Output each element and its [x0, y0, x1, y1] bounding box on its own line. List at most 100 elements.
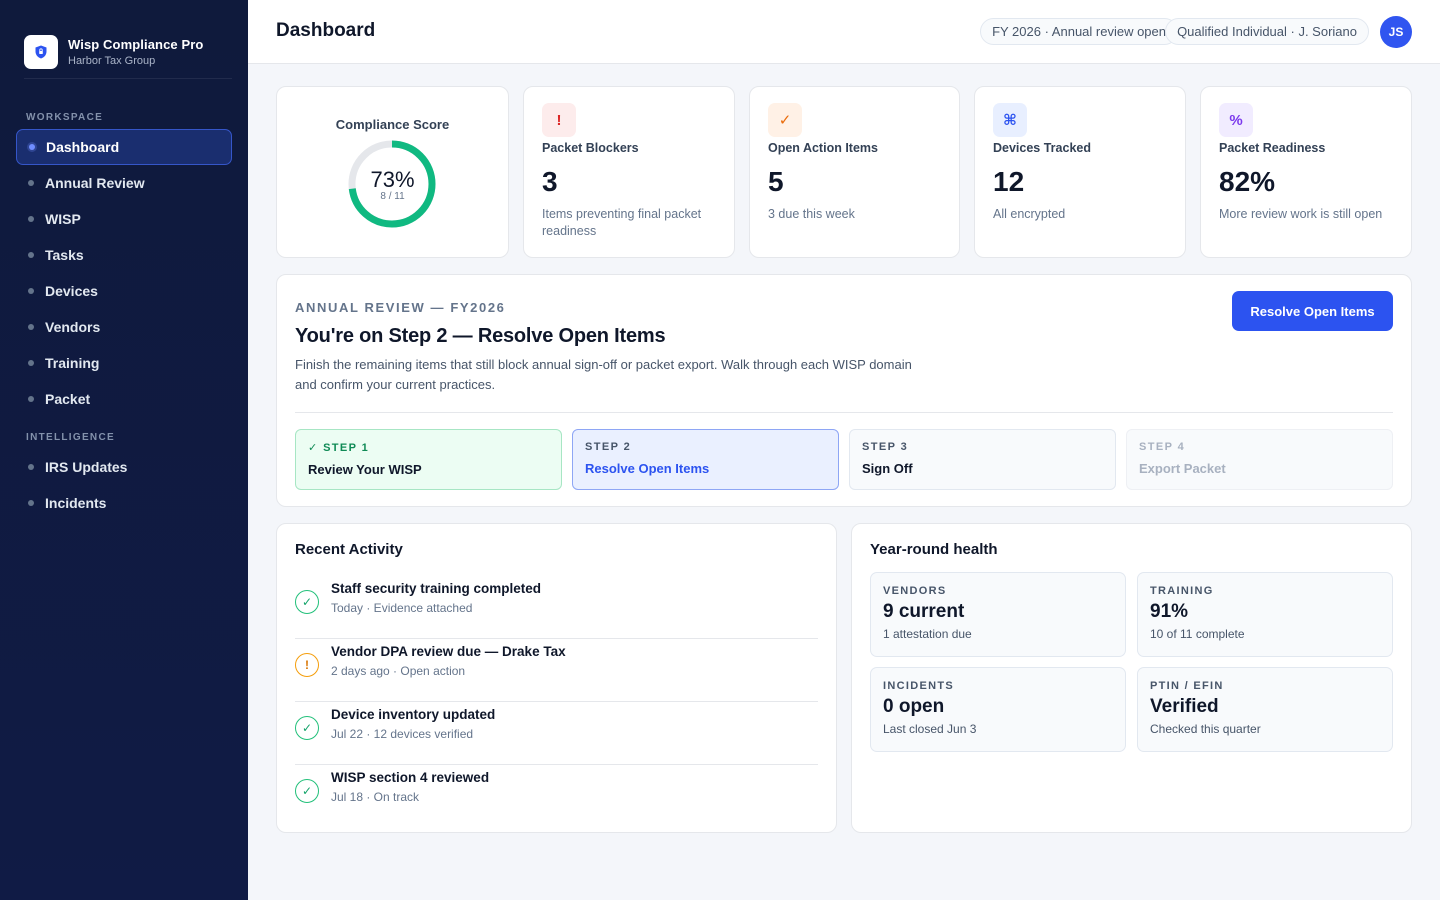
- step-review-your-wisp[interactable]: ✓ STEP 1 Review Your WISP: [295, 429, 562, 490]
- sidebar-item-devices[interactable]: Devices: [16, 273, 232, 309]
- tile-label: INCIDENTS: [883, 680, 954, 692]
- check-icon: ✓: [768, 103, 802, 137]
- step-label: STEP 3: [862, 441, 909, 453]
- qualified-individual-pill[interactable]: Qualified Individual · J. Soriano: [1165, 18, 1369, 45]
- annual-review-card: ANNUAL REVIEW — FY2026 You're on Step 2 …: [276, 274, 1412, 507]
- activity-item[interactable]: ! Vendor DPA review due — Drake Tax 2 da…: [295, 639, 818, 702]
- sidebar-item-training[interactable]: Training: [16, 345, 232, 381]
- stat-card-devices-tracked[interactable]: ⌘ Devices Tracked 12 All encrypted: [974, 86, 1186, 258]
- step-name: Sign Off: [862, 461, 913, 476]
- sidebar-item-label: Packet: [45, 391, 91, 407]
- stat-card-packet-readiness[interactable]: % Packet Readiness 82% More review work …: [1200, 86, 1412, 258]
- step-export-packet: STEP 4 Export Packet: [1126, 429, 1393, 490]
- user-avatar[interactable]: JS: [1380, 16, 1412, 48]
- step-label: STEP 2: [585, 441, 632, 453]
- step-label: STEP 4: [1139, 441, 1186, 453]
- stat-label: Devices Tracked: [993, 141, 1091, 155]
- year-round-health-panel: Year-round health VENDORS 9 current 1 at…: [851, 523, 1412, 833]
- compliance-score-title: Compliance Score: [335, 117, 450, 132]
- health-tile-incidents[interactable]: INCIDENTS 0 open Last closed Jun 3: [870, 667, 1126, 752]
- alert-icon: !: [542, 103, 576, 137]
- step-resolve-open-items[interactable]: STEP 2 Resolve Open Items: [572, 429, 839, 490]
- sidebar-item-annual-review[interactable]: Annual Review: [16, 165, 232, 201]
- activity-title: Device inventory updated: [331, 707, 496, 722]
- nav-section-intelligence: INTELLIGENCE: [26, 432, 115, 443]
- sidebar-item-tasks[interactable]: Tasks: [16, 237, 232, 273]
- activity-item[interactable]: ✓ Device inventory updated Jul 22 · 12 d…: [295, 702, 818, 765]
- activity-meta: Jul 22 · 12 devices verified: [331, 727, 474, 741]
- stat-card-open-action-items[interactable]: ✓ Open Action Items 5 3 due this week: [749, 86, 960, 258]
- brand: Wisp Compliance Pro Harbor Tax Group: [0, 0, 248, 78]
- tile-value: 0 open: [883, 696, 945, 717]
- bullet-icon: [28, 464, 34, 470]
- stat-value: 5: [768, 166, 784, 197]
- stat-note: 3 due this week: [768, 207, 855, 221]
- compliance-score-percent: 73%: [370, 167, 415, 192]
- stat-card-packet-blockers[interactable]: ! Packet Blockers 3 Items preventing fin…: [523, 86, 735, 258]
- sidebar-item-label: IRS Updates: [45, 459, 128, 475]
- brand-divider: [24, 78, 232, 79]
- recent-activity-title: Recent Activity: [295, 541, 403, 558]
- percent-icon: %: [1219, 103, 1253, 137]
- sidebar-item-label: Annual Review: [45, 175, 145, 191]
- shield-logo-icon: [24, 35, 58, 69]
- sidebar-item-packet[interactable]: Packet: [16, 381, 232, 417]
- annual-review-description: Finish the remaining items that still bl…: [295, 357, 912, 392]
- check-circle-icon: ✓: [295, 779, 319, 803]
- health-tile-training[interactable]: TRAINING 91% 10 of 11 complete: [1137, 572, 1393, 657]
- health-tile-ptin-efin[interactable]: PTIN / EFIN Verified Checked this quarte…: [1137, 667, 1393, 752]
- sidebar-item-wisp[interactable]: WISP: [16, 201, 232, 237]
- tile-label: TRAINING: [1150, 585, 1214, 597]
- page-title: Dashboard: [276, 20, 376, 41]
- check-circle-icon: ✓: [295, 590, 319, 614]
- sidebar-item-dashboard[interactable]: Dashboard: [16, 129, 232, 165]
- check-circle-icon: ✓: [295, 716, 319, 740]
- sidebar-item-vendors[interactable]: Vendors: [16, 309, 232, 345]
- top-header: Dashboard FY 2026 · Annual review open Q…: [248, 0, 1440, 64]
- health-tile-vendors[interactable]: VENDORS 9 current 1 attestation due: [870, 572, 1126, 657]
- tile-value: 9 current: [883, 601, 965, 622]
- step-sign-off[interactable]: STEP 3 Sign Off: [849, 429, 1116, 490]
- bullet-icon: [28, 288, 34, 294]
- divider: [295, 412, 1393, 413]
- compliance-score-card: Compliance Score 73% 8 / 11: [276, 86, 509, 258]
- bullet-icon: [28, 216, 34, 222]
- fiscal-year-pill[interactable]: FY 2026 · Annual review open: [980, 18, 1178, 45]
- bullet-icon: [28, 324, 34, 330]
- tile-note: 1 attestation due: [883, 627, 972, 641]
- sidebar-item-label: Devices: [45, 283, 98, 299]
- activity-meta: Jul 18 · On track: [331, 790, 420, 804]
- step-label: ✓ STEP 1: [308, 442, 370, 454]
- tile-note: Last closed Jun 3: [883, 722, 977, 736]
- bullet-icon: [28, 360, 34, 366]
- resolve-open-items-button[interactable]: Resolve Open Items: [1232, 291, 1393, 331]
- stat-label: Packet Readiness: [1219, 141, 1326, 155]
- step-name: Resolve Open Items: [585, 461, 710, 476]
- stat-note: More review work is still open: [1219, 207, 1383, 221]
- bullet-icon: [28, 180, 34, 186]
- nav-section-workspace: WORKSPACE: [26, 112, 104, 123]
- activity-item[interactable]: ✓ WISP section 4 reviewed Jul 18 · On tr…: [295, 765, 818, 828]
- active-dot-icon: [29, 144, 35, 150]
- stat-value: 82%: [1219, 166, 1276, 197]
- stat-note: Items preventing final packet readiness: [542, 207, 702, 238]
- stat-label: Open Action Items: [768, 141, 878, 155]
- bullet-icon: [28, 500, 34, 506]
- device-icon: ⌘: [993, 103, 1027, 137]
- tile-label: VENDORS: [883, 585, 947, 597]
- sidebar-item-label: Vendors: [45, 319, 101, 335]
- stat-label: Packet Blockers: [542, 141, 639, 155]
- sidebar-item-incidents[interactable]: Incidents: [16, 485, 232, 521]
- activity-title: WISP section 4 reviewed: [331, 770, 490, 785]
- sidebar-item-irs-updates[interactable]: IRS Updates: [16, 449, 232, 485]
- activity-item[interactable]: ✓ Staff security training completed Toda…: [295, 576, 818, 639]
- stat-value: 3: [542, 166, 558, 197]
- activity-title: Staff security training completed: [331, 581, 542, 596]
- bullet-icon: [28, 396, 34, 402]
- bullet-icon: [28, 252, 34, 258]
- sidebar: Wisp Compliance Pro Harbor Tax Group WOR…: [0, 0, 248, 900]
- annual-review-title: You're on Step 2 — Resolve Open Items: [295, 325, 666, 347]
- activity-meta: Today · Evidence attached: [331, 601, 473, 615]
- recent-activity-panel: Recent Activity ✓ Staff security trainin…: [276, 523, 837, 833]
- tile-value: 91%: [1150, 601, 1189, 622]
